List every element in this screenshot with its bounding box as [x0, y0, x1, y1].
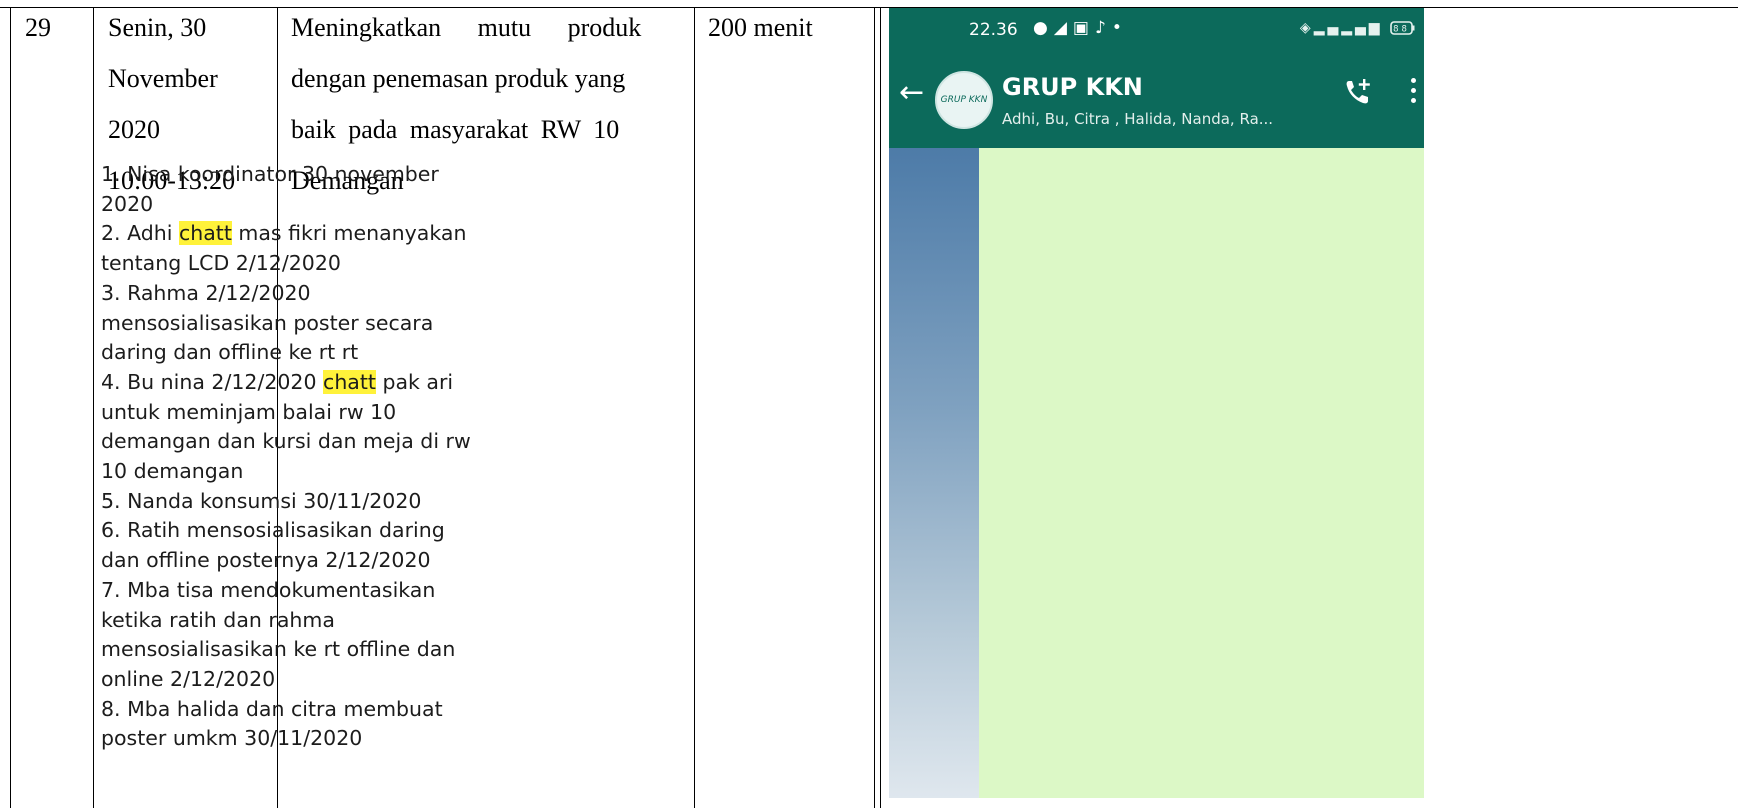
table-top-border	[0, 7, 1738, 8]
message-line: untuk meminjam balai rw 10	[101, 398, 531, 428]
message-line: tentang LCD 2/12/2020	[101, 249, 531, 279]
message-segment: 7. Mba tisa mendokumentasikan	[101, 577, 436, 602]
more-menu-icon[interactable]	[1411, 78, 1417, 108]
highlighted-word: chatt	[323, 369, 376, 394]
add-call-icon[interactable]	[1341, 75, 1375, 109]
activity-line: dengan penemasan produk yang	[291, 64, 626, 93]
message-text: 1. Nisa koordinator 30 november 2020 2. Ad…	[101, 160, 531, 754]
message-segment: tentang LCD 2/12/2020	[101, 251, 341, 276]
duration: 200 menit	[708, 13, 813, 42]
message-line: 7. Mba tisa mendokumentasikan	[101, 576, 531, 606]
message-line: ketika ratih dan rahma	[101, 606, 531, 636]
svg-text:88: 88	[1393, 25, 1410, 35]
message-segment: daring dan offline ke rt rt	[101, 340, 359, 365]
message-segment: online 2/12/2020	[101, 666, 276, 691]
message-line: daring dan offline ke rt rt	[101, 338, 531, 368]
message-line: online 2/12/2020	[101, 665, 531, 695]
message-segment: untuk meminjam balai rw 10	[101, 399, 397, 424]
message-segment: pak ari	[375, 369, 454, 394]
status-time: 22.36	[969, 20, 1018, 40]
message-segment: 2020	[101, 191, 154, 216]
message-segment: 5. Nanda konsumsi 30/11/2020	[101, 488, 422, 513]
back-arrow-icon[interactable]: ←	[899, 75, 924, 110]
message-line: 1. Nisa koordinator 30 november	[101, 160, 531, 190]
activity-line: Meningkatkan mutu produk	[291, 13, 642, 42]
message-line: demangan dan kursi dan meja di rw	[101, 427, 531, 457]
message-line: poster umkm 30/11/2020	[101, 724, 531, 754]
message-line: 8. Mba halida dan citra membuat	[101, 695, 531, 725]
table-border-col-5	[880, 7, 881, 808]
date-line: 2020	[108, 115, 160, 144]
dot-icon: •	[1111, 18, 1128, 38]
tiktok-icon: ♪	[1094, 18, 1112, 38]
4g-signal-icon: ▂▄▆	[1341, 20, 1383, 36]
group-avatar[interactable]: GRUP KKN	[935, 71, 993, 129]
message-segment: ketika ratih dan rahma	[101, 607, 335, 632]
message-segment: 2. Adhi	[101, 221, 179, 246]
table-border-col-3	[694, 7, 695, 808]
message-line: 2. Adhi chatt mas fikri menanyakan	[101, 219, 531, 249]
table-border-col-4	[874, 7, 875, 808]
message-segment: 4. Bu nina 2/12/2020	[101, 369, 324, 394]
message-line: mensosialisasikan poster secara	[101, 309, 531, 339]
message-line: dan offline posternya 2/12/2020	[101, 546, 531, 576]
activity-line: baik pada masyarakat RW 10	[291, 115, 620, 144]
message-segment: 6. Ratih mensosialisasikan daring	[101, 518, 445, 543]
highlighted-word: chatt	[178, 221, 232, 246]
message-line: 6. Ratih mensosialisasikan daring	[101, 516, 531, 546]
date-line: Senin, 30	[108, 13, 207, 42]
group-members: Adhi, Bu, Citra , Halida, Nanda, Ra...	[1002, 110, 1274, 128]
telegram-icon: ◢	[1053, 18, 1073, 38]
message-line: 10 demangan	[101, 457, 531, 487]
message-segment: 1. Nisa koordinator 30 november	[101, 162, 439, 186]
message-line: 4. Bu nina 2/12/2020 chatt pak ari	[101, 368, 531, 398]
message-segment: mensosialisasikan ke rt offline dan	[101, 637, 456, 662]
notification-icons: ●◢▣♪•	[1033, 18, 1128, 38]
message-segment: 10 demangan	[101, 459, 244, 484]
message-line: 3. Rahma 2/12/2020	[101, 279, 531, 309]
message-line: 5. Nanda konsumsi 30/11/2020	[101, 487, 531, 517]
signal-icon: ▂▄	[1313, 20, 1342, 36]
table-border-col-1	[93, 7, 94, 808]
message-bubble	[979, 148, 1424, 798]
message-line: mensosialisasikan ke rt offline dan	[101, 635, 531, 665]
message-segment: dan offline posternya 2/12/2020	[101, 548, 431, 573]
date-line: November	[108, 64, 218, 93]
message-segment: mensosialisasikan poster secara	[101, 310, 434, 335]
table-border-col-0	[10, 7, 11, 808]
message-segment: demangan dan kursi dan meja di rw	[101, 429, 471, 454]
group-title[interactable]: GRUP KKN	[1002, 73, 1143, 101]
status-bar: 22.36 ●◢▣♪• ◈▂▄▂▄▆ 88	[889, 8, 1424, 53]
row-number: 29	[25, 13, 51, 42]
vibrate-icon: ◈	[1299, 20, 1314, 36]
chat-bubble-icon: ●	[1033, 18, 1054, 38]
message-segment: 3. Rahma 2/12/2020	[101, 280, 311, 305]
message-segment: poster umkm 30/11/2020	[101, 726, 363, 751]
app-icon: ▣	[1072, 18, 1095, 38]
message-segment: mas fikri menanyakan	[231, 221, 467, 246]
chat-header: ← GRUP KKN GRUP KKN Adhi, Bu, Citra , Ha…	[889, 53, 1424, 148]
battery-icon: 88	[1390, 21, 1415, 35]
whatsapp-screenshot: 22.36 ●◢▣♪• ◈▂▄▂▄▆ 88 ← GRUP KKN GRUP KK…	[889, 8, 1424, 798]
chat-wallpaper	[889, 148, 979, 798]
message-line: 2020	[101, 190, 531, 220]
system-icons: ◈▂▄▂▄▆ 88	[1300, 20, 1416, 36]
message-segment: 8. Mba halida dan citra membuat	[101, 696, 443, 721]
